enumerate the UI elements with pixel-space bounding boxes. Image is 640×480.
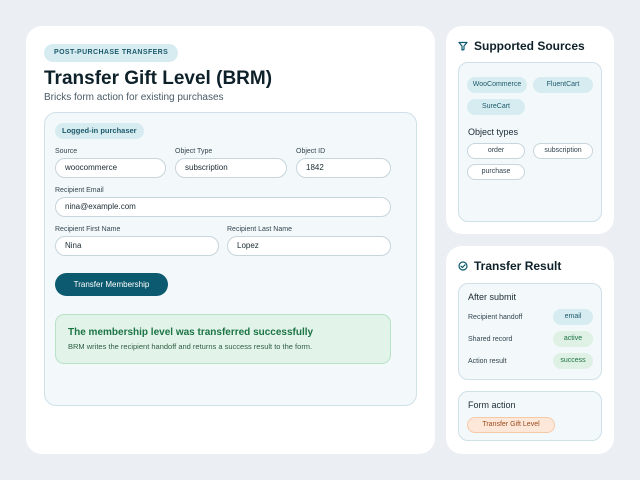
transfer-membership-button[interactable]: Transfer Membership: [55, 273, 168, 296]
supported-sources-card: Supported Sources WooCommerce FluentCart…: [446, 26, 614, 234]
success-description: BRM writes the recipient handoff and ret…: [68, 342, 313, 351]
eyebrow-badge: POST-PURCHASE TRANSFERS: [44, 44, 179, 62]
source-chip[interactable]: SureCart: [467, 99, 525, 115]
sources-panel: WooCommerce FluentCart SureCart Object t…: [458, 62, 602, 222]
recipient-email-field[interactable]: nina@example.com: [55, 197, 391, 217]
result-row-value: email: [553, 309, 593, 325]
transfer-form-card: POST-PURCHASE TRANSFERS Transfer Gift Le…: [26, 26, 435, 454]
first-name-label: Recipient First Name: [55, 226, 121, 233]
funnel-icon: [458, 41, 468, 51]
form-action-heading: Form action: [468, 400, 516, 410]
form-action-panel: Form action Transfer Gift Level: [458, 391, 602, 441]
object-type-chip[interactable]: purchase: [467, 164, 525, 180]
recipient-email-label: Recipient Email: [55, 187, 104, 194]
object-id-label: Object ID: [296, 148, 326, 155]
after-submit-panel: After submit Recipient handoff email Sha…: [458, 283, 602, 380]
form-action-chip: Transfer Gift Level: [467, 417, 555, 433]
source-chip[interactable]: FluentCart: [533, 77, 593, 93]
last-name-label: Recipient Last Name: [227, 226, 292, 233]
source-label: Source: [55, 148, 78, 155]
success-message: The membership level was transferred suc…: [55, 314, 391, 364]
result-row-label: Shared record: [468, 336, 513, 343]
transfer-result-title: Transfer Result: [474, 259, 562, 273]
object-id-field[interactable]: 1842: [296, 158, 391, 178]
result-row-value: active: [553, 331, 593, 347]
object-types-heading: Object types: [468, 127, 519, 137]
supported-sources-header: Supported Sources: [458, 39, 585, 53]
result-row-value: success: [553, 353, 593, 369]
result-row-label: Action result: [468, 358, 507, 365]
form-panel: Logged-in purchaser Source woocommerce O…: [44, 112, 417, 406]
after-submit-heading: After submit: [468, 292, 517, 302]
source-field[interactable]: woocommerce: [55, 158, 166, 178]
object-type-chip[interactable]: subscription: [533, 143, 593, 159]
purchaser-badge: Logged-in purchaser: [55, 123, 144, 139]
supported-sources-title: Supported Sources: [474, 39, 585, 53]
page-title: Transfer Gift Level (BRM): [44, 68, 273, 89]
transfer-result-card: Transfer Result After submit Recipient h…: [446, 246, 614, 454]
check-circle-icon: [458, 261, 468, 271]
transfer-result-header: Transfer Result: [458, 259, 561, 273]
last-name-field[interactable]: Lopez: [227, 236, 391, 256]
source-chip[interactable]: WooCommerce: [467, 77, 527, 93]
first-name-field[interactable]: Nina: [55, 236, 219, 256]
object-type-chip[interactable]: order: [467, 143, 525, 159]
object-type-label: Object Type: [175, 148, 213, 155]
page-subtitle: Bricks form action for existing purchase…: [44, 92, 224, 103]
success-title: The membership level was transferred suc…: [68, 327, 314, 338]
result-row-label: Recipient handoff: [468, 314, 523, 321]
object-type-field[interactable]: subscription: [175, 158, 287, 178]
